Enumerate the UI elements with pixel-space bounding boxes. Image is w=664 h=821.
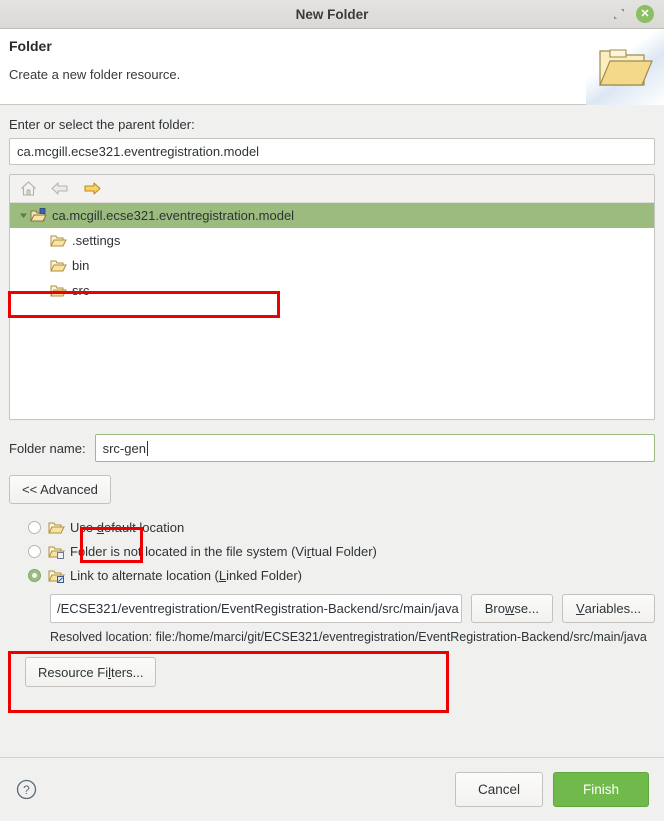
page-title: Folder	[9, 38, 52, 54]
close-icon[interactable]: ✕	[636, 5, 654, 23]
radio-label: Use default location	[70, 520, 185, 535]
variables-button[interactable]: Variables...	[561, 594, 655, 623]
parent-folder-label: Enter or select the parent folder:	[9, 117, 195, 132]
folder-icon	[50, 259, 70, 273]
footer-buttons: Cancel Finish	[455, 772, 649, 807]
parent-folder-value: ca.mcgill.ecse321.eventregistration.mode…	[17, 144, 260, 159]
tree-row[interactable]: src	[10, 278, 654, 303]
tree-row[interactable]: ca.mcgill.ecse321.eventregistration.mode…	[10, 203, 654, 228]
help-icon[interactable]: ?	[15, 779, 37, 801]
folder-icon	[48, 521, 65, 535]
parent-folder-input[interactable]: ca.mcgill.ecse321.eventregistration.mode…	[9, 138, 655, 165]
link-location-value: /ECSE321/eventregistration/EventRegistra…	[57, 601, 459, 616]
radio-label: Link to alternate location (Linked Folde…	[70, 568, 302, 583]
cancel-button[interactable]: Cancel	[455, 772, 543, 807]
radio-use-default-location[interactable]: Use default location	[9, 517, 655, 538]
radio-label: Folder is not located in the file system…	[70, 544, 377, 559]
folder-name-label: Folder name:	[9, 440, 86, 456]
tree-toolbar	[10, 175, 654, 203]
tree-list: ca.mcgill.ecse321.eventregistration.mode…	[10, 203, 654, 419]
tree-row[interactable]: .settings	[10, 228, 654, 253]
tree-row-label: src	[72, 283, 90, 298]
svg-text:?: ?	[23, 783, 30, 797]
tree-row-label: bin	[72, 258, 90, 273]
resource-filters-button[interactable]: Resource Fi l ters...	[25, 657, 157, 687]
tree-row-label: ca.mcgill.ecse321.eventregistration.mode…	[52, 208, 295, 223]
resolved-location-path: file:/home/marci/git/ECSE321/eventregist…	[155, 630, 647, 644]
folder-icon	[50, 234, 70, 248]
page-description: Create a new folder resource.	[9, 67, 181, 82]
dialog-body: Enter or select the parent folder: ca.mc…	[0, 105, 664, 757]
radio-linked-folder[interactable]: Link to alternate location (Linked Folde…	[9, 565, 655, 586]
link-location-input[interactable]: /ECSE321/eventregistration/EventRegistra…	[50, 594, 462, 623]
home-icon[interactable]	[18, 179, 38, 199]
forward-arrow-icon[interactable]	[82, 179, 102, 199]
folder-tree: ca.mcgill.ecse321.eventregistration.mode…	[9, 174, 655, 420]
tree-row-label: .settings	[72, 233, 121, 248]
linked-folder-icon	[48, 569, 65, 583]
browse-button[interactable]: Bro w se...	[470, 594, 553, 623]
folder-name-row: Folder name: src-gen	[9, 434, 655, 462]
window-title: New Folder	[295, 6, 369, 22]
location-options-group: Use default location Folder is not locat…	[9, 517, 655, 586]
title-bar: New Folder ✕	[0, 0, 664, 29]
finish-button[interactable]: Finish	[553, 772, 649, 807]
project-folder-icon	[30, 208, 50, 223]
radio-virtual-folder[interactable]: Folder is not located in the file system…	[9, 541, 655, 562]
folder-icon	[50, 284, 70, 298]
dialog-banner: Folder Create a new folder resource.	[0, 29, 664, 105]
folder-name-value: src-gen	[102, 440, 146, 456]
back-arrow-icon[interactable]	[50, 179, 70, 199]
radio-indicator[interactable]	[28, 545, 41, 558]
restore-icon[interactable]	[612, 7, 626, 21]
link-location-row: /ECSE321/eventregistration/EventRegistra…	[9, 594, 655, 623]
chevron-down-icon[interactable]	[16, 211, 30, 220]
resolved-location: Resolved location: file:/home/marci/git/…	[9, 630, 655, 644]
window-controls: ✕	[612, 5, 664, 23]
new-folder-dialog: New Folder ✕ Folder Create a new folder …	[0, 0, 664, 821]
radio-indicator[interactable]	[28, 521, 41, 534]
tree-row[interactable]: bin	[10, 253, 654, 278]
virtual-folder-icon	[48, 545, 65, 559]
resolved-location-label: Resolved location:	[50, 630, 153, 644]
radio-indicator[interactable]	[28, 569, 41, 582]
text-caret	[146, 440, 148, 456]
advanced-toggle-button[interactable]: << Advanced	[9, 475, 111, 504]
dialog-footer: ? Cancel Finish	[0, 757, 664, 821]
folder-name-input[interactable]: src-gen	[94, 434, 655, 462]
folder-large-icon	[586, 29, 664, 105]
